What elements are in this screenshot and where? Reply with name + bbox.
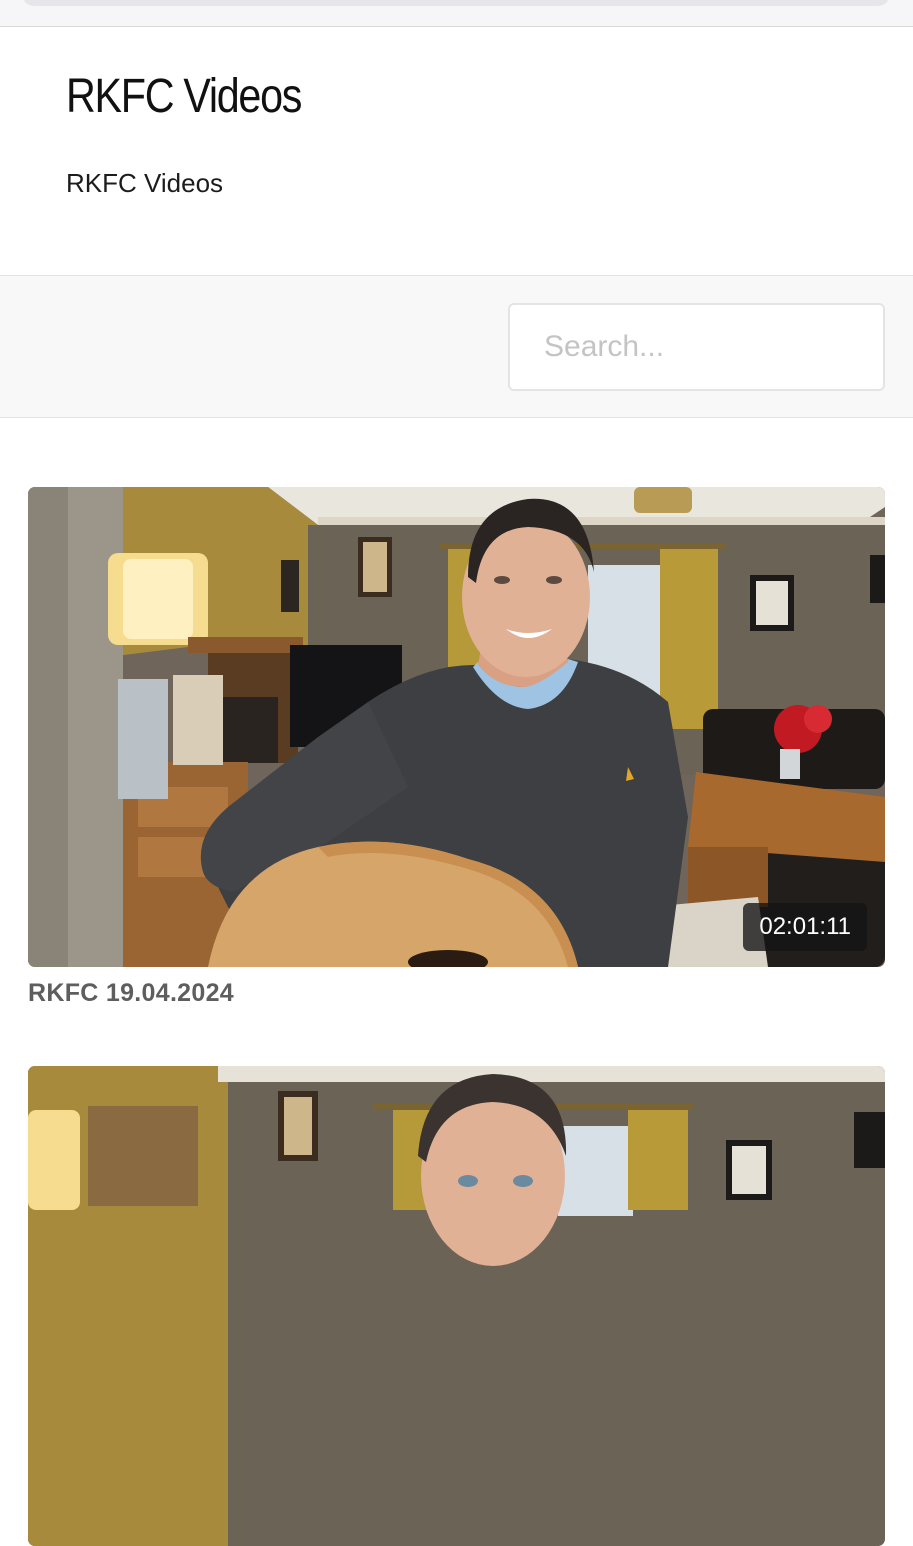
video-thumbnail[interactable]: 02:01:11 <box>28 487 885 967</box>
video-card[interactable]: 02:01:11 RKFC 19.04.2024 <box>28 487 885 1008</box>
video-thumbnail[interactable] <box>28 1066 885 1546</box>
video-duration-badge: 02:01:11 <box>743 903 867 951</box>
video-card[interactable] <box>28 1066 885 1546</box>
browser-top-strip <box>0 0 913 27</box>
page-title: RKFC Videos <box>66 70 302 123</box>
address-bar[interactable] <box>22 0 890 6</box>
video-thumbnail-image <box>28 487 885 967</box>
page-subtitle: RKFC Videos <box>66 168 224 198</box>
video-thumbnail-image <box>28 1066 885 1546</box>
video-title[interactable]: RKFC 19.04.2024 <box>28 979 885 1008</box>
search-bar-section <box>0 276 913 418</box>
search-input[interactable] <box>508 303 885 391</box>
page-header: RKFC Videos RKFC Videos <box>0 27 913 276</box>
